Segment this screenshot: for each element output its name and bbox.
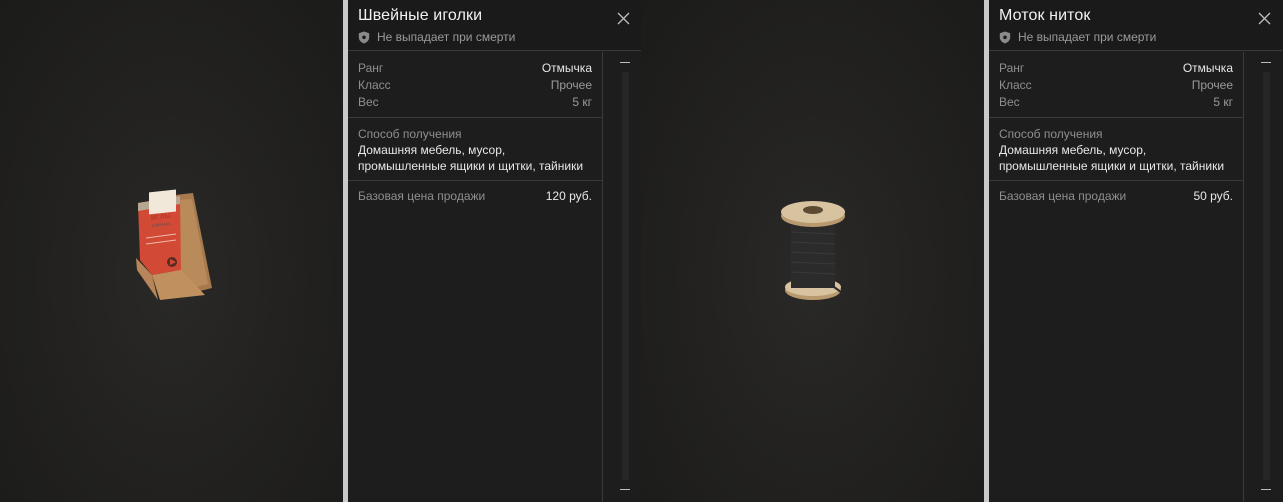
stat-value: Прочее <box>1191 78 1233 92</box>
no-drop-text: Не выпадает при смерти <box>377 30 516 44</box>
stat-label: Ранг <box>358 61 384 75</box>
card-header: Моток ниток Не выпадает при смерти <box>989 0 1282 51</box>
scrollbar-track[interactable] <box>622 72 629 480</box>
stat-value: 5 кг <box>572 95 592 109</box>
stat-label: Ранг <box>999 61 1025 75</box>
stat-row-class: Класс Прочее <box>999 77 1233 94</box>
card-header: Швейные иголки Не выпадает при смерти <box>348 0 641 51</box>
obtain-label: Способ получения <box>999 127 1103 141</box>
price-label: Базовая цена продажи <box>358 189 486 203</box>
stat-row-weight: Вес 5 кг <box>358 94 592 111</box>
stat-label: Вес <box>358 95 379 109</box>
thread-spool-image <box>781 201 845 300</box>
item-title: Моток ниток <box>999 7 1091 24</box>
stat-label: Класс <box>999 78 1032 92</box>
scrollbar-top-cap <box>1261 62 1271 63</box>
stat-row-rank: Ранг Отмычка <box>999 60 1233 77</box>
item-preview-needles: ИГЛЫ ШВЕЙНЫЕ <box>0 0 343 502</box>
price-section: Базовая цена продажи 50 руб. <box>989 181 1243 211</box>
scrollbar-track[interactable] <box>1263 72 1270 480</box>
stat-row-rank: Ранг Отмычка <box>358 60 592 77</box>
needle-pack-image: ИГЛЫ ШВЕЙНЫЕ <box>136 189 212 300</box>
item-preview-thread <box>641 0 984 502</box>
stats-section: Ранг Отмычка Класс Прочее Вес 5 кг <box>348 52 602 118</box>
stat-value: 5 кг <box>1213 95 1233 109</box>
scrollbar-bottom-cap <box>620 489 630 490</box>
item-card-thread: Моток ниток Не выпадает при смерти Ранг … <box>984 0 1282 502</box>
card-body: Ранг Отмычка Класс Прочее Вес 5 кг Спосо… <box>989 52 1244 502</box>
item-title: Швейные иголки <box>358 7 483 24</box>
price-label: Базовая цена продажи <box>999 189 1127 203</box>
no-drop-note: Не выпадает при смерти <box>999 30 1282 44</box>
stat-value: Отмычка <box>541 61 592 75</box>
shield-icon <box>999 31 1011 43</box>
obtain-section: Способ получения Домашняя мебель, мусор,… <box>989 118 1243 181</box>
stat-value: Отмычка <box>1182 61 1233 75</box>
no-drop-note: Не выпадает при смерти <box>358 30 641 44</box>
stat-value: Прочее <box>550 78 592 92</box>
shield-icon <box>358 31 370 43</box>
obtain-value: Домашняя мебель, мусор, промышленные ящи… <box>358 143 584 173</box>
close-icon[interactable] <box>1258 12 1271 25</box>
stat-row-class: Класс Прочее <box>358 77 592 94</box>
scrollbar-top-cap <box>620 62 630 63</box>
close-icon[interactable] <box>617 12 630 25</box>
obtain-value: Домашняя мебель, мусор, промышленные ящи… <box>999 143 1225 173</box>
price-value: 50 руб. <box>1193 189 1233 203</box>
price-value: 120 руб. <box>545 189 592 203</box>
item-card-needles: Швейные иголки Не выпадает при смерти Ра… <box>343 0 641 502</box>
obtain-section: Способ получения Домашняя мебель, мусор,… <box>348 118 602 181</box>
scrollbar[interactable] <box>620 60 630 492</box>
card-body: Ранг Отмычка Класс Прочее Вес 5 кг Спосо… <box>348 52 603 502</box>
scrollbar[interactable] <box>1261 60 1271 492</box>
scrollbar-bottom-cap <box>1261 489 1271 490</box>
no-drop-text: Не выпадает при смерти <box>1018 30 1157 44</box>
stat-label: Класс <box>358 78 391 92</box>
stats-section: Ранг Отмычка Класс Прочее Вес 5 кг <box>989 52 1243 118</box>
stat-label: Вес <box>999 95 1020 109</box>
stat-row-weight: Вес 5 кг <box>999 94 1233 111</box>
price-section: Базовая цена продажи 120 руб. <box>348 181 602 211</box>
obtain-label: Способ получения <box>358 127 462 141</box>
